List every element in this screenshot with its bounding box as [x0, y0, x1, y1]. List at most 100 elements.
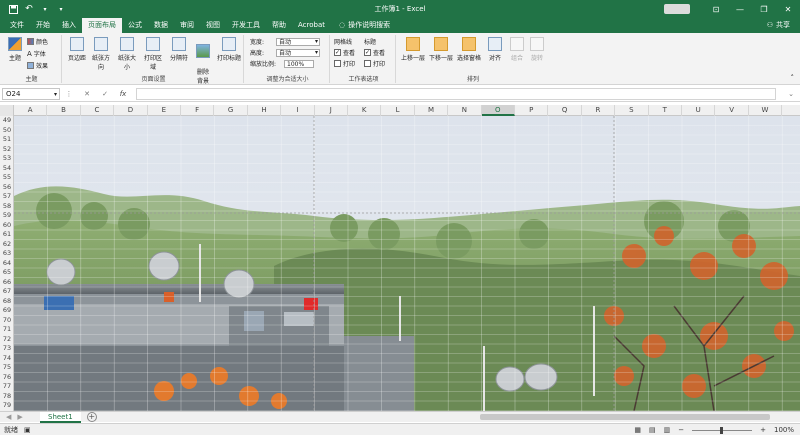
print-area-button[interactable]: 打印区域	[142, 37, 164, 71]
tab-file[interactable]: 文件	[4, 18, 30, 33]
column-header-i[interactable]: I	[281, 105, 315, 116]
row-header-56[interactable]: 56	[0, 183, 14, 193]
horizontal-scroll-thumb[interactable]	[480, 414, 770, 420]
column-header-g[interactable]: G	[214, 105, 248, 116]
column-header-o[interactable]: O	[481, 105, 515, 116]
headings-view-checkbox[interactable]: ✓ 查看	[364, 48, 385, 57]
column-header-q[interactable]: Q	[548, 105, 582, 116]
column-header-j[interactable]: J	[315, 105, 348, 116]
column-header-v[interactable]: V	[715, 105, 749, 116]
headings-print-checkbox[interactable]: 打印	[364, 59, 385, 68]
macro-record-icon[interactable]: ▣	[24, 426, 31, 434]
row-header-50[interactable]: 50	[0, 126, 14, 136]
worksheet-grid[interactable]	[14, 116, 800, 411]
row-header-55[interactable]: 55	[0, 173, 14, 183]
row-header-49[interactable]: 49	[0, 116, 14, 126]
row-header-58[interactable]: 58	[0, 202, 14, 212]
print-titles-button[interactable]: 打印标题	[216, 37, 242, 62]
row-header-71[interactable]: 71	[0, 325, 14, 335]
column-header-w[interactable]: W	[749, 105, 783, 116]
normal-view-icon[interactable]: ▦	[634, 426, 641, 434]
tab-view[interactable]: 视图	[200, 18, 226, 33]
row-header-65[interactable]: 65	[0, 268, 14, 278]
customize-icon[interactable]: ▾	[56, 4, 66, 14]
row-header-59[interactable]: 59	[0, 211, 14, 221]
rotate-button[interactable]: 旋转	[526, 37, 548, 62]
restore-button[interactable]: ❐	[752, 0, 776, 18]
column-header-l[interactable]: L	[381, 105, 415, 116]
column-header-k[interactable]: K	[348, 105, 382, 116]
column-header-e[interactable]: E	[148, 105, 181, 116]
row-header-70[interactable]: 70	[0, 316, 14, 326]
column-header-d[interactable]: D	[114, 105, 148, 116]
row-header-74[interactable]: 74	[0, 354, 14, 364]
row-header-64[interactable]: 64	[0, 259, 14, 269]
select-all-corner[interactable]	[0, 105, 14, 116]
align-button[interactable]: 对齐	[484, 37, 506, 62]
scale-spinner[interactable]: 100%	[284, 59, 314, 68]
tab-help[interactable]: 帮助	[266, 18, 292, 33]
column-header-f[interactable]: F	[181, 105, 215, 116]
row-header-52[interactable]: 52	[0, 145, 14, 155]
row-header-57[interactable]: 57	[0, 192, 14, 202]
group-button[interactable]: 组合	[506, 37, 528, 62]
tab-data[interactable]: 数据	[148, 18, 174, 33]
zoom-slider[interactable]	[692, 426, 753, 434]
row-header-78[interactable]: 78	[0, 392, 14, 402]
add-sheet-button[interactable]: +	[86, 412, 97, 422]
tab-review[interactable]: 审阅	[174, 18, 200, 33]
save-icon[interactable]	[8, 4, 18, 14]
horizontal-scrollbar[interactable]	[470, 414, 790, 420]
zoom-out-button[interactable]: −	[678, 426, 684, 434]
zoom-level[interactable]: 100%	[774, 426, 794, 434]
redo-icon[interactable]: ▾	[40, 4, 50, 14]
expand-formula-bar-icon[interactable]: ⌄	[782, 90, 800, 98]
close-button[interactable]: ✕	[776, 0, 800, 18]
name-box[interactable]: O24	[2, 87, 60, 100]
breaks-button[interactable]: 分隔符	[168, 37, 190, 62]
row-header-69[interactable]: 69	[0, 306, 14, 316]
row-header-51[interactable]: 51	[0, 135, 14, 145]
row-header-77[interactable]: 77	[0, 382, 14, 392]
orientation-button[interactable]: 纸张方向	[90, 37, 112, 71]
row-header-75[interactable]: 75	[0, 363, 14, 373]
account-avatar[interactable]	[664, 4, 690, 14]
column-header-c[interactable]: C	[81, 105, 115, 116]
row-header-61[interactable]: 61	[0, 230, 14, 240]
row-header-68[interactable]: 68	[0, 297, 14, 307]
row-header-67[interactable]: 67	[0, 287, 14, 297]
column-header-p[interactable]: P	[515, 105, 549, 116]
share-button[interactable]: ⚇ 共享	[767, 18, 790, 33]
ribbon-display-button[interactable]: ⊡	[704, 0, 728, 18]
theme-fonts-button[interactable]: A 字体	[27, 49, 46, 59]
height-dropdown[interactable]: 自动	[276, 48, 320, 57]
insert-function-icon[interactable]: fx	[114, 90, 132, 98]
prev-sheet-icon[interactable]: ◀	[6, 413, 11, 421]
sheet-tab-sheet1[interactable]: Sheet1	[40, 411, 81, 423]
gridlines-print-checkbox[interactable]: 打印	[334, 59, 355, 68]
row-header-54[interactable]: 54	[0, 164, 14, 174]
tab-developer[interactable]: 开发工具	[226, 18, 266, 33]
row-header-72[interactable]: 72	[0, 335, 14, 345]
page-break-view-icon[interactable]: ▥	[664, 426, 671, 434]
collapse-ribbon-icon[interactable]: ˄	[791, 74, 795, 82]
width-dropdown[interactable]: 自动	[276, 37, 320, 46]
enter-icon[interactable]: ✓	[96, 90, 114, 98]
margins-button[interactable]: 页边距	[66, 37, 88, 62]
column-header-m[interactable]: M	[415, 105, 449, 116]
formula-input[interactable]	[136, 87, 776, 100]
column-header-r[interactable]: R	[582, 105, 616, 116]
cancel-icon[interactable]: ✕	[78, 90, 96, 98]
column-header-h[interactable]: H	[248, 105, 282, 116]
bring-forward-button[interactable]: 上移一层	[400, 37, 426, 62]
next-sheet-icon[interactable]: ▶	[17, 413, 22, 421]
row-header-66[interactable]: 66	[0, 278, 14, 288]
undo-icon[interactable]: ↶	[24, 4, 34, 14]
gridlines-view-checkbox[interactable]: ✓ 查看	[334, 48, 355, 57]
theme-colors-button[interactable]: 颜色	[27, 37, 48, 46]
column-header-t[interactable]: T	[649, 105, 682, 116]
row-header-62[interactable]: 62	[0, 240, 14, 250]
theme-effects-button[interactable]: 效果	[27, 61, 48, 70]
column-header-s[interactable]: S	[615, 105, 649, 116]
minimize-button[interactable]: —	[728, 0, 752, 18]
